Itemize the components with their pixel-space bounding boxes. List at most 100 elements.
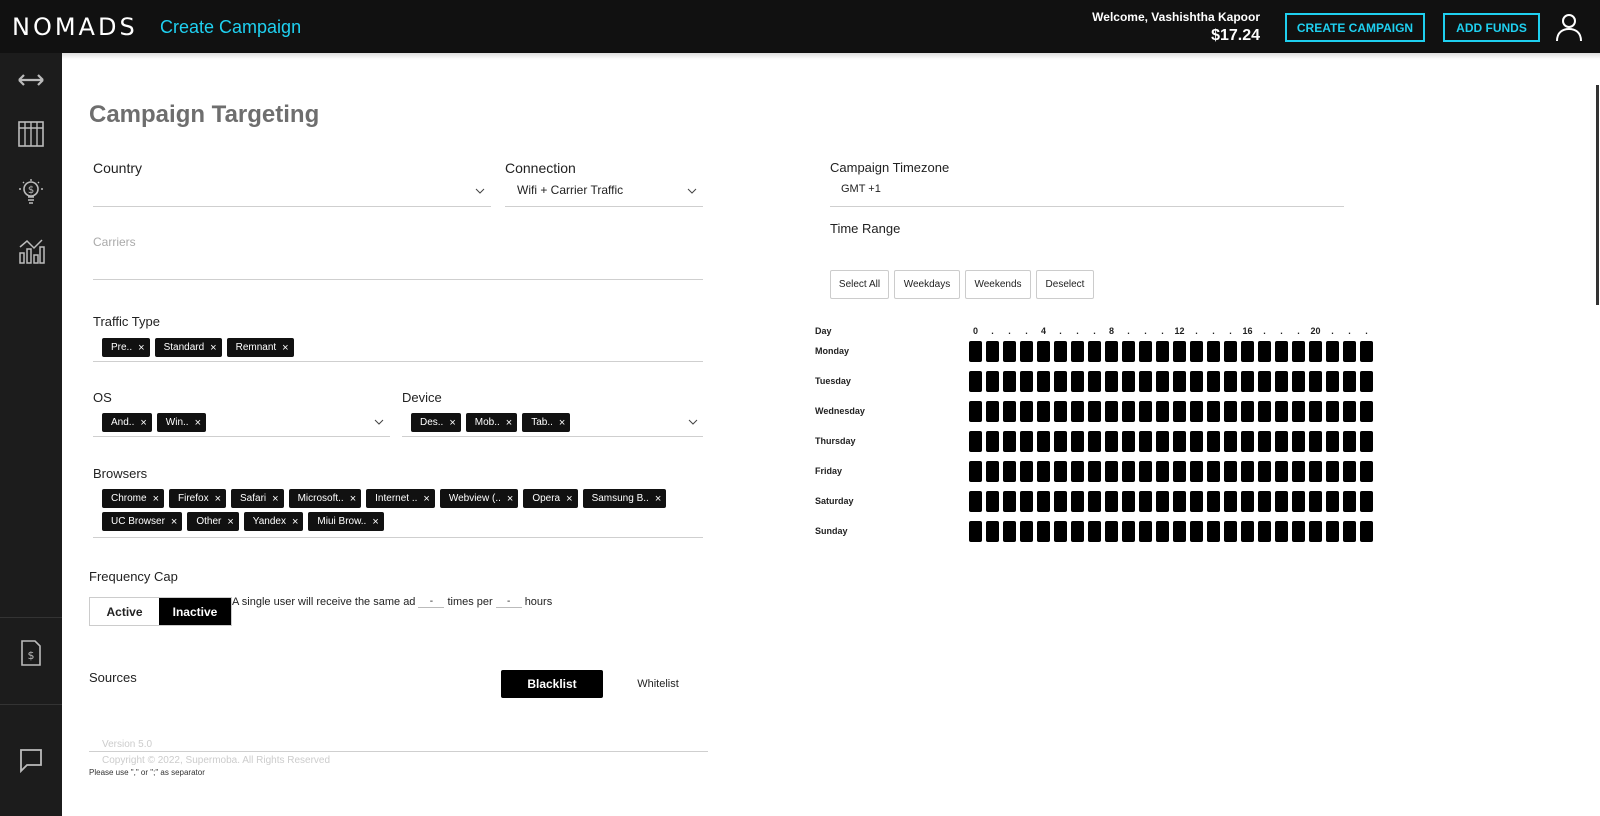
time-slot-cell[interactable] <box>1292 521 1305 542</box>
time-slot-cell[interactable] <box>1309 461 1322 482</box>
time-slot-cell[interactable] <box>1360 491 1373 512</box>
time-slot-cell[interactable] <box>1037 401 1050 422</box>
time-slot-cell[interactable] <box>1071 401 1084 422</box>
time-slot-cell[interactable] <box>1258 461 1271 482</box>
country-select[interactable] <box>93 179 491 206</box>
time-slot-cell[interactable] <box>1292 371 1305 392</box>
time-slot-cell[interactable] <box>1173 401 1186 422</box>
time-slot-cell[interactable] <box>1360 521 1373 542</box>
time-slot-cell[interactable] <box>1173 521 1186 542</box>
time-slot-cell[interactable] <box>1105 461 1118 482</box>
remove-tag-icon[interactable]: × <box>350 493 356 505</box>
time-slot-cell[interactable] <box>1139 371 1152 392</box>
hours-input[interactable]: - <box>495 596 522 608</box>
time-slot-cell[interactable] <box>1139 521 1152 542</box>
time-slot-cell[interactable] <box>1241 371 1254 392</box>
time-slot-cell[interactable] <box>1003 431 1016 452</box>
time-slot-cell[interactable] <box>1020 491 1033 512</box>
time-slot-cell[interactable] <box>1054 491 1067 512</box>
time-slot-cell[interactable] <box>1292 491 1305 512</box>
carriers-input[interactable] <box>93 253 703 279</box>
time-slot-cell[interactable] <box>1054 521 1067 542</box>
time-slot-cell[interactable] <box>1360 461 1373 482</box>
time-slot-cell[interactable] <box>1224 461 1237 482</box>
traffic-type-tags[interactable]: Pre.. × Standard × Remnant × <box>102 338 702 357</box>
time-slot-cell[interactable] <box>1020 371 1033 392</box>
browsers-tags[interactable]: Chrome × Firefox × Safari × Microsoft.. × Intern… <box>102 489 692 531</box>
campaigns-table-icon[interactable] <box>16 119 46 149</box>
time-slot-cell[interactable] <box>986 401 999 422</box>
remove-tag-icon[interactable]: × <box>449 417 455 429</box>
time-slot-cell[interactable] <box>986 491 999 512</box>
time-slot-cell[interactable] <box>1241 341 1254 362</box>
remove-tag-icon[interactable]: × <box>282 342 288 354</box>
time-slot-cell[interactable] <box>1020 431 1033 452</box>
time-slot-cell[interactable] <box>1173 341 1186 362</box>
time-slot-cell[interactable] <box>1156 521 1169 542</box>
time-slot-cell[interactable] <box>1054 461 1067 482</box>
time-slot-cell[interactable] <box>1326 341 1339 362</box>
time-slot-cell[interactable] <box>1037 371 1050 392</box>
bulb-dollar-icon[interactable]: $ <box>16 177 46 207</box>
time-slot-cell[interactable] <box>969 401 982 422</box>
device-tags[interactable]: Des.. × Mob.. × Tab.. × <box>411 413 651 432</box>
time-slot-cell[interactable] <box>1037 341 1050 362</box>
time-slot-cell[interactable] <box>1258 401 1271 422</box>
time-slot-cell[interactable] <box>1326 491 1339 512</box>
remove-tag-icon[interactable]: × <box>227 516 233 528</box>
invoice-icon[interactable]: $ <box>16 638 46 668</box>
time-slot-cell[interactable] <box>969 431 982 452</box>
time-slot-cell[interactable] <box>1071 521 1084 542</box>
deselect-button[interactable]: Deselect <box>1036 270 1094 299</box>
remove-tag-icon[interactable]: × <box>210 342 216 354</box>
time-slot-cell[interactable] <box>1292 341 1305 362</box>
time-slot-cell[interactable] <box>1190 461 1203 482</box>
time-slot-cell[interactable] <box>1156 401 1169 422</box>
time-slot-cell[interactable] <box>1122 491 1135 512</box>
time-slot-cell[interactable] <box>1224 431 1237 452</box>
time-slot-cell[interactable] <box>1343 401 1356 422</box>
remove-tag-icon[interactable]: × <box>559 417 565 429</box>
time-slot-cell[interactable] <box>1020 401 1033 422</box>
time-slot-cell[interactable] <box>1224 401 1237 422</box>
time-slot-cell[interactable] <box>1309 491 1322 512</box>
time-slot-cell[interactable] <box>1360 341 1373 362</box>
os-tags[interactable]: And.. × Win.. × <box>102 413 342 432</box>
time-slot-cell[interactable] <box>1037 521 1050 542</box>
time-slot-cell[interactable] <box>1275 491 1288 512</box>
time-slot-cell[interactable] <box>1105 521 1118 542</box>
time-slot-cell[interactable] <box>1258 371 1271 392</box>
time-slot-cell[interactable] <box>1224 371 1237 392</box>
time-slot-cell[interactable] <box>1207 521 1220 542</box>
time-slot-cell[interactable] <box>1020 341 1033 362</box>
time-slot-cell[interactable] <box>1326 521 1339 542</box>
time-slot-cell[interactable] <box>1071 491 1084 512</box>
time-slot-cell[interactable] <box>986 521 999 542</box>
time-slot-cell[interactable] <box>1343 371 1356 392</box>
time-slot-cell[interactable] <box>1020 521 1033 542</box>
remove-tag-icon[interactable]: × <box>506 417 512 429</box>
time-slot-cell[interactable] <box>1139 401 1152 422</box>
time-slot-cell[interactable] <box>1207 491 1220 512</box>
remove-tag-icon[interactable]: × <box>215 493 221 505</box>
scrollbar[interactable] <box>1596 85 1599 305</box>
time-slot-cell[interactable] <box>1122 371 1135 392</box>
time-slot-cell[interactable] <box>1241 491 1254 512</box>
time-slot-cell[interactable] <box>1360 371 1373 392</box>
time-slot-cell[interactable] <box>1190 491 1203 512</box>
time-slot-cell[interactable] <box>1309 521 1322 542</box>
time-slot-cell[interactable] <box>1207 461 1220 482</box>
time-slot-cell[interactable] <box>1088 461 1101 482</box>
time-slot-cell[interactable] <box>1156 491 1169 512</box>
time-slot-cell[interactable] <box>1088 491 1101 512</box>
time-slot-cell[interactable] <box>1105 401 1118 422</box>
time-slot-cell[interactable] <box>1088 371 1101 392</box>
time-slot-cell[interactable] <box>1122 341 1135 362</box>
time-slot-cell[interactable] <box>1309 341 1322 362</box>
remove-tag-icon[interactable]: × <box>507 493 513 505</box>
time-slot-cell[interactable] <box>1071 431 1084 452</box>
time-slot-cell[interactable] <box>1088 521 1101 542</box>
time-slot-cell[interactable] <box>1292 431 1305 452</box>
time-slot-cell[interactable] <box>1326 461 1339 482</box>
time-slot-cell[interactable] <box>1360 431 1373 452</box>
